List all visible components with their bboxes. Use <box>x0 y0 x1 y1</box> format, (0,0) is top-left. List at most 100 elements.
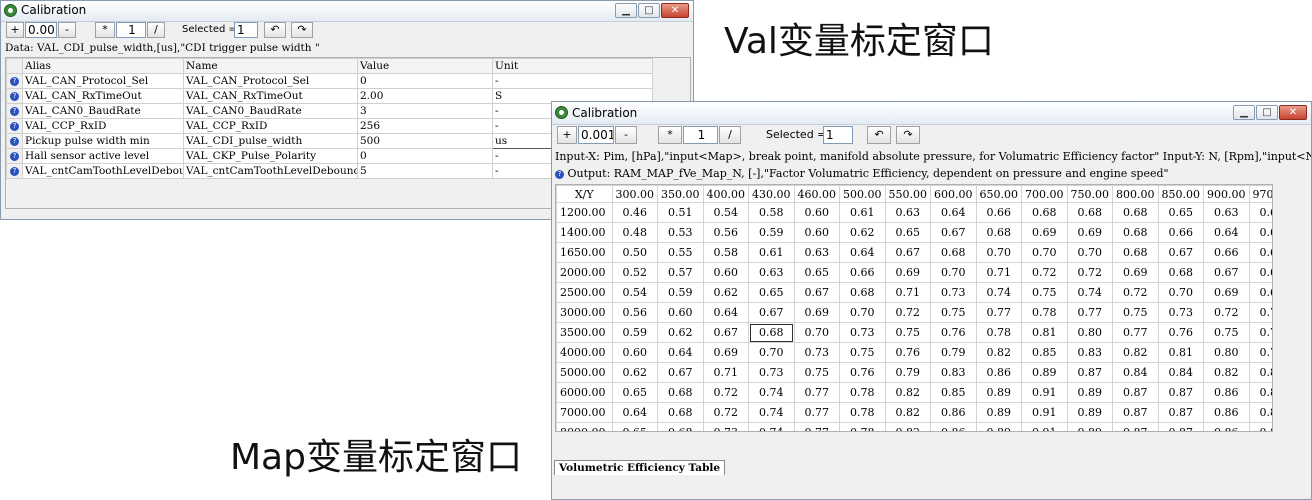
map-cell[interactable]: 0.69 <box>1203 282 1250 303</box>
map-cell[interactable]: 0.53 <box>657 222 704 243</box>
x-axis-breakpoint[interactable]: 300.00 <box>611 185 658 203</box>
divide-button[interactable]: / <box>719 126 741 144</box>
close-button[interactable]: ✕ <box>661 3 689 18</box>
map-cell[interactable]: 0.85 <box>1021 342 1068 363</box>
x-axis-breakpoint[interactable]: 600.00 <box>930 185 977 203</box>
map-cell[interactable]: 0.70 <box>1157 282 1204 303</box>
y-axis-breakpoint[interactable]: 1650.00 <box>556 242 613 263</box>
map-cell[interactable]: 0.82 <box>975 342 1022 363</box>
divide-button[interactable]: / <box>147 22 165 38</box>
map-cell[interactable]: 0.54 <box>702 202 749 223</box>
map-cell[interactable]: 0.67 <box>1157 242 1204 263</box>
map-cell[interactable]: 0.85 <box>930 382 977 403</box>
map-cell[interactable]: 0.86 <box>930 422 977 431</box>
map-cell[interactable]: 0.52 <box>611 262 658 283</box>
cell-value[interactable]: 0 <box>357 73 493 89</box>
map-cell[interactable]: 0.62 <box>839 222 886 243</box>
map-cell[interactable]: 0.68 <box>975 222 1022 243</box>
map-cell[interactable]: 0.62 <box>702 282 749 303</box>
y-axis-breakpoint[interactable]: 2500.00 <box>556 282 613 303</box>
map-cell[interactable]: 0.62 <box>1248 202 1272 223</box>
increment-button[interactable]: + <box>6 22 24 38</box>
map-cell[interactable]: 0.64 <box>1248 242 1272 263</box>
y-axis-breakpoint[interactable]: 6000.00 <box>556 382 613 403</box>
increment-button[interactable]: + <box>557 126 577 144</box>
map-cell[interactable]: 0.64 <box>702 302 749 323</box>
minimize-button[interactable]: ▁ <box>1233 105 1255 120</box>
map-cell[interactable]: 0.70 <box>748 342 795 363</box>
map-cell[interactable]: 0.70 <box>1066 242 1113 263</box>
map-cell[interactable]: 0.89 <box>1066 402 1113 423</box>
map-cell[interactable]: 0.67 <box>748 302 795 323</box>
map-cell[interactable]: 0.66 <box>1157 222 1204 243</box>
map-cell[interactable]: 0.86 <box>1203 402 1250 423</box>
x-axis-breakpoint[interactable]: 550.00 <box>884 185 931 203</box>
y-axis-breakpoint[interactable]: 3000.00 <box>556 302 613 323</box>
map-cell[interactable]: 0.78 <box>975 322 1022 343</box>
map-cell[interactable]: 0.81 <box>1157 342 1204 363</box>
x-axis-breakpoint[interactable]: 400.00 <box>702 185 749 203</box>
map-cell[interactable]: 0.82 <box>1112 342 1159 363</box>
map-cell[interactable]: 0.67 <box>1203 262 1250 283</box>
map-cell[interactable]: 0.64 <box>839 242 886 263</box>
map-cell[interactable]: 0.91 <box>1021 422 1068 431</box>
column-header-unit[interactable]: Unit <box>492 58 653 74</box>
map-cell[interactable]: 0.64 <box>1203 222 1250 243</box>
map-cell[interactable]: 0.68 <box>657 382 704 403</box>
x-axis-breakpoint[interactable]: 750.00 <box>1066 185 1113 203</box>
redo-button[interactable]: ↷ <box>896 126 920 144</box>
map-cell[interactable]: 0.80 <box>1248 362 1272 383</box>
cell-unit[interactable]: - <box>492 73 653 89</box>
map-cell[interactable]: 0.66 <box>975 202 1022 223</box>
map-cell[interactable]: 0.69 <box>1112 262 1159 283</box>
map-cell[interactable]: 0.70 <box>975 242 1022 263</box>
map-cell[interactable]: 0.76 <box>1157 322 1204 343</box>
map-cell[interactable]: 0.89 <box>1066 382 1113 403</box>
map-cell[interactable]: 0.76 <box>839 362 886 383</box>
map-cell[interactable]: 0.60 <box>702 262 749 283</box>
map-cell[interactable]: 0.76 <box>930 322 977 343</box>
x-axis-breakpoint[interactable]: 970.00 <box>1248 185 1272 203</box>
map-cell[interactable]: 0.78 <box>1021 302 1068 323</box>
tab-volumetric-efficiency-table[interactable]: Volumetric Efficiency Table <box>554 460 726 475</box>
map-cell[interactable]: 0.68 <box>748 322 795 343</box>
column-header-value[interactable]: Value <box>357 58 493 74</box>
map-cell[interactable]: 0.60 <box>611 342 658 363</box>
map-cell[interactable]: 0.70 <box>839 302 886 323</box>
x-axis-breakpoint[interactable]: 800.00 <box>1112 185 1159 203</box>
minimize-button[interactable]: ▁ <box>615 3 637 18</box>
map-cell[interactable]: 0.68 <box>1112 222 1159 243</box>
map-cell[interactable]: 0.68 <box>1066 202 1113 223</box>
map-cell[interactable]: 0.84 <box>1157 362 1204 383</box>
map-cell[interactable]: 0.60 <box>657 302 704 323</box>
map-cell[interactable]: 0.69 <box>702 342 749 363</box>
map-cell[interactable]: 0.72 <box>1203 302 1250 323</box>
map-cell[interactable]: 0.67 <box>930 222 977 243</box>
map-cell[interactable]: 0.73 <box>1157 302 1204 323</box>
map-cell[interactable]: 0.69 <box>1021 222 1068 243</box>
map-cell[interactable]: 0.74 <box>975 282 1022 303</box>
map-cell[interactable]: 0.72 <box>1021 262 1068 283</box>
map-cell[interactable]: 0.73 <box>748 362 795 383</box>
map-cell[interactable]: 0.87 <box>1112 422 1159 431</box>
map-cell[interactable]: 0.91 <box>1021 382 1068 403</box>
map-cell[interactable]: 0.70 <box>793 322 840 343</box>
map-cell[interactable]: 0.82 <box>884 382 931 403</box>
map-cell[interactable]: 0.66 <box>1248 282 1272 303</box>
map-cell[interactable]: 0.50 <box>611 242 658 263</box>
map-table-container[interactable]: X/Y 300.00 350.00 400.00 430.00 460.00 500.00 5… <box>555 184 1273 432</box>
cell-value[interactable]: 0 <box>357 148 493 164</box>
map-cell[interactable]: 0.77 <box>793 402 840 423</box>
map-cell[interactable]: 0.65 <box>884 222 931 243</box>
map-cell[interactable]: 0.74 <box>1066 282 1113 303</box>
redo-button[interactable]: ↷ <box>291 22 313 38</box>
map-cell[interactable]: 0.87 <box>1157 402 1204 423</box>
map-cell[interactable]: 0.86 <box>975 362 1022 383</box>
map-title-bar[interactable]: Calibration ▁ □ ✕ <box>552 102 1311 125</box>
x-axis-breakpoint[interactable]: 900.00 <box>1203 185 1250 203</box>
map-cell[interactable]: 0.74 <box>748 402 795 423</box>
map-cell[interactable]: 0.68 <box>657 402 704 423</box>
map-cell[interactable]: 0.82 <box>884 402 931 423</box>
map-cell[interactable]: 0.56 <box>611 302 658 323</box>
map-cell[interactable]: 0.72 <box>702 382 749 403</box>
